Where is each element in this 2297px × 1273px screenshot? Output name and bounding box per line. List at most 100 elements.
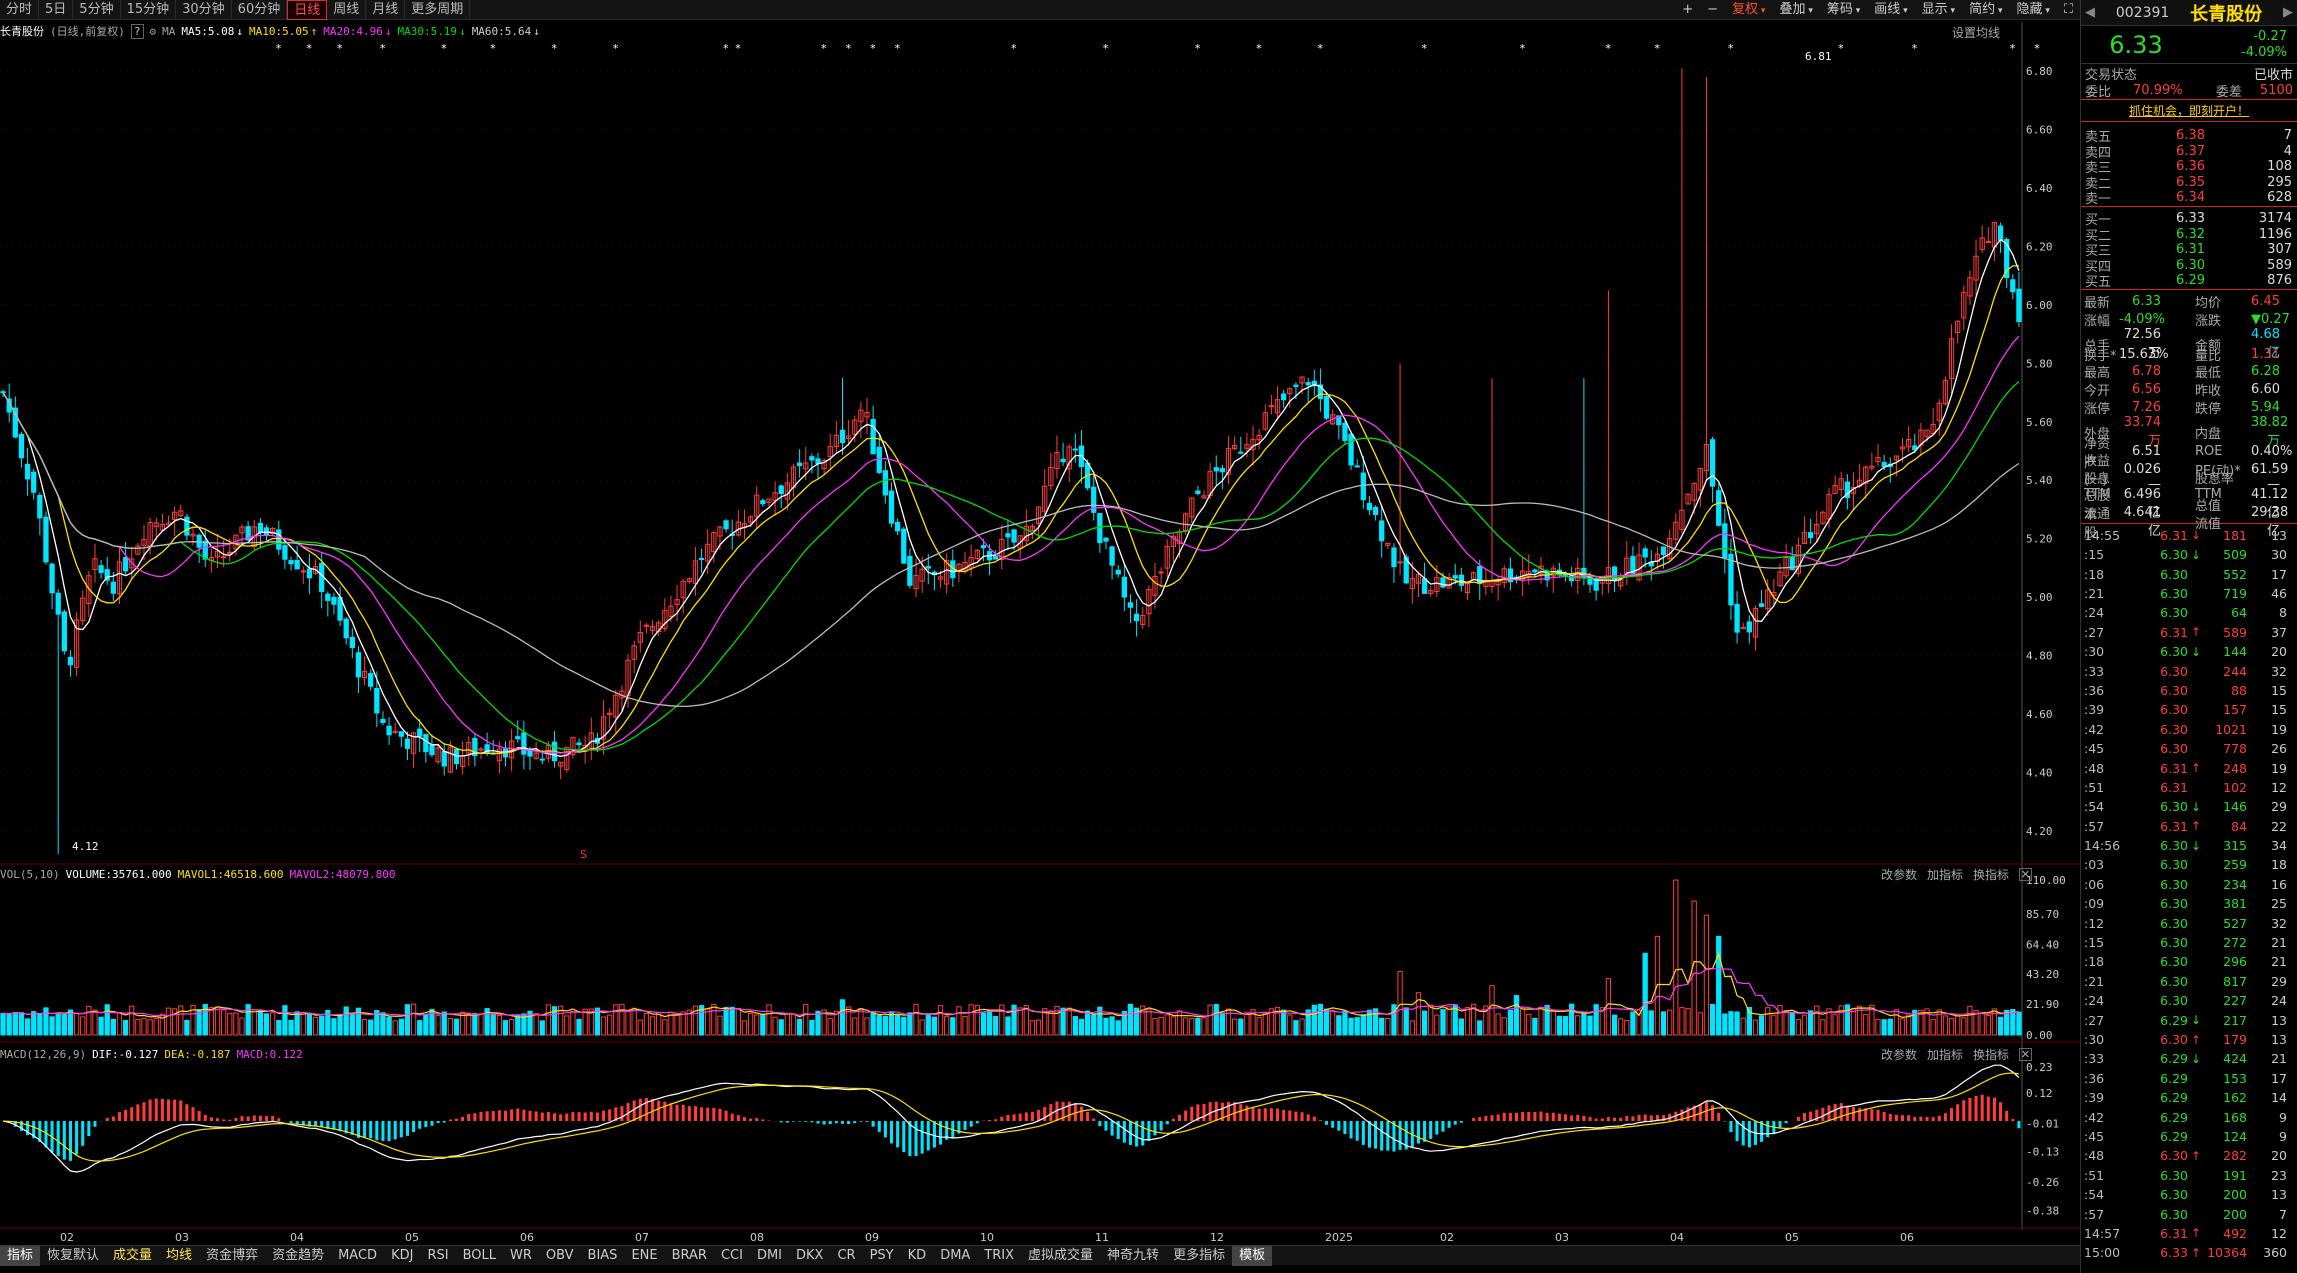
candle-body <box>1716 490 1722 526</box>
indicator-tab-16[interactable]: DMI <box>750 1246 789 1266</box>
indicator-tab-22[interactable]: TRIX <box>977 1246 1021 1266</box>
close-icon[interactable]: ✕ <box>2019 1047 2032 1061</box>
price-pct: -4.09% <box>2241 44 2287 60</box>
ask-row[interactable]: 卖一 6.34 628 <box>2081 188 2297 207</box>
bid-row[interactable]: 买五 6.29 876 <box>2081 271 2297 290</box>
indicator-tab-1[interactable]: 恢复默认 <box>40 1246 106 1266</box>
tick-arrow: ↑ <box>2190 625 2202 640</box>
indicator-tab-15[interactable]: CCI <box>714 1246 750 1266</box>
signal-star: * <box>441 42 447 55</box>
vol-switch-indicator[interactable]: 换指标 <box>1973 866 2009 883</box>
ask-row[interactable]: 卖五 6.38 7 <box>2081 126 2297 145</box>
volume-axis-label: 43.20 <box>2026 968 2059 981</box>
tick-price: 6.29 <box>2160 1109 2188 1125</box>
tick-price: 6.30 <box>2160 682 2188 698</box>
ask-row[interactable]: 卖三 6.36 108 <box>2081 157 2297 176</box>
macd-value: MACD:0.122 <box>236 1047 303 1061</box>
volume-bar <box>1091 1014 1097 1036</box>
indicator-tab-3[interactable]: 均线 <box>159 1246 199 1266</box>
volume-bar <box>1238 1018 1244 1036</box>
candle-body <box>1458 574 1464 586</box>
indicator-tab-18[interactable]: CR <box>830 1246 862 1266</box>
stock-title: 长青股份 <box>2190 3 2263 25</box>
open-account-link[interactable]: 抓住机会，即刻开户！ <box>2081 100 2297 122</box>
volume-bar <box>1838 1005 1844 1036</box>
indicator-tab-19[interactable]: PSY <box>863 1246 901 1266</box>
macd-edit-params[interactable]: 改参数 <box>1881 1046 1917 1063</box>
volume-bar <box>1667 1009 1673 1036</box>
macd-add-indicator[interactable]: 加指标 <box>1927 1046 1963 1063</box>
candle-body <box>515 736 521 740</box>
volume-bar <box>116 1012 123 1036</box>
tick-count: 15 <box>2271 702 2287 718</box>
indicator-tab-11[interactable]: OBV <box>539 1246 581 1266</box>
indicator-tab-12[interactable]: BIAS <box>581 1246 625 1266</box>
tick-price: 6.29 <box>2160 1090 2188 1106</box>
indicator-tab-0[interactable]: 指标 <box>0 1245 41 1266</box>
indicator-tab-10[interactable]: WR <box>503 1246 539 1266</box>
bid-row[interactable]: 买二 6.32 1196 <box>2081 225 2297 244</box>
tick-volume: 234 <box>2223 876 2247 892</box>
bid-row[interactable]: 买四 6.30 589 <box>2081 256 2297 275</box>
vol-add-indicator[interactable]: 加指标 <box>1927 866 1963 883</box>
indicator-tab-8[interactable]: RSI <box>420 1246 455 1266</box>
macd-switch-indicator[interactable]: 换指标 <box>1973 1046 2009 1063</box>
indicator-tab-9[interactable]: BOLL <box>456 1246 503 1266</box>
bid-row[interactable]: 买一 6.33 3174 <box>2081 209 2297 228</box>
indicator-tab-2[interactable]: 成交量 <box>106 1246 159 1266</box>
indicator-tab-6[interactable]: MACD <box>331 1246 384 1266</box>
volume-bar <box>1685 1008 1691 1036</box>
tick-time: :27 <box>2084 1012 2105 1028</box>
volume-bar <box>31 1011 37 1036</box>
tick-list: 14:55 6.31 ↓ 181 13:15 6.30 ↓ 509 30:18 6.30 552 17… <box>2081 526 2297 1263</box>
volume-axis-label: 0.00 <box>2026 1029 2053 1042</box>
indicator-tab-26[interactable]: 模板 <box>1232 1245 1273 1266</box>
volume-bar <box>1673 879 1679 1036</box>
tick-row: 14:57 6.31 ↑ 492 12 <box>2081 1224 2297 1243</box>
volume-bar <box>49 1016 55 1036</box>
indicator-tab-20[interactable]: KD <box>901 1246 934 1266</box>
tick-price: 6.30 <box>2160 799 2188 815</box>
volume-bar <box>55 1013 61 1036</box>
indicator-tab-4[interactable]: 资金博弈 <box>199 1246 265 1266</box>
indicator-tab-21[interactable]: DMA <box>933 1246 977 1266</box>
candle-body <box>1746 621 1752 633</box>
price-axis-label: 6.00 <box>2026 299 2053 312</box>
bid-row[interactable]: 买三 6.31 307 <box>2081 240 2297 259</box>
indicator-tab-13[interactable]: ENE <box>624 1246 664 1266</box>
ask-price: 6.35 <box>2176 174 2205 190</box>
tick-price: 6.31 <box>2160 818 2188 834</box>
indicator-tab-23[interactable]: 虚拟成交量 <box>1021 1246 1100 1266</box>
back-icon[interactable]: ◀ <box>2085 5 2095 20</box>
ask-price: 6.34 <box>2176 190 2205 206</box>
volume-bar <box>343 1006 349 1036</box>
tick-price: 6.29 <box>2160 1070 2188 1086</box>
indicator-tab-5[interactable]: 资金趋势 <box>265 1246 331 1266</box>
indicator-tab-17[interactable]: DKX <box>789 1246 830 1266</box>
kline-chart[interactable]: 6.80 6.60 6.40 6.20 6.00 5.80 5.60 5.40 5.20 5.00… <box>0 0 2080 1245</box>
candle-body <box>796 462 803 467</box>
volume-bar <box>784 1013 790 1036</box>
forward-icon[interactable]: ▶ <box>2283 5 2293 20</box>
volume-bar <box>619 1003 625 1036</box>
tick-price: 6.30 <box>2160 721 2188 737</box>
volume-bar <box>1330 1010 1336 1036</box>
volume-bar <box>435 1014 441 1036</box>
date-axis-label: 08 <box>750 1231 764 1244</box>
tick-row: :30 6.30 ↓ 144 20 <box>2081 642 2297 661</box>
indicator-tab-7[interactable]: KDJ <box>384 1246 420 1266</box>
tick-time: 14:57 <box>2084 1225 2121 1241</box>
quote-cell: 最新 <box>2084 295 2111 311</box>
close-icon[interactable]: ✕ <box>2019 867 2032 881</box>
price-axis-label: 6.80 <box>2026 65 2053 78</box>
ask-row[interactable]: 卖二 6.35 295 <box>2081 173 2297 192</box>
indicator-tab-25[interactable]: 更多指标 <box>1166 1246 1232 1266</box>
ask-row[interactable]: 卖四 6.37 4 <box>2081 142 2297 161</box>
indicator-tab-24[interactable]: 神奇九转 <box>1100 1246 1166 1266</box>
volume-bar <box>809 1019 815 1036</box>
signal-star: * <box>1256 42 1262 55</box>
indicator-tab-14[interactable]: BRAR <box>665 1246 714 1266</box>
date-axis-label: 06 <box>520 1231 534 1244</box>
volume-bar <box>404 1004 411 1036</box>
vol-edit-params[interactable]: 改参数 <box>1881 866 1917 883</box>
